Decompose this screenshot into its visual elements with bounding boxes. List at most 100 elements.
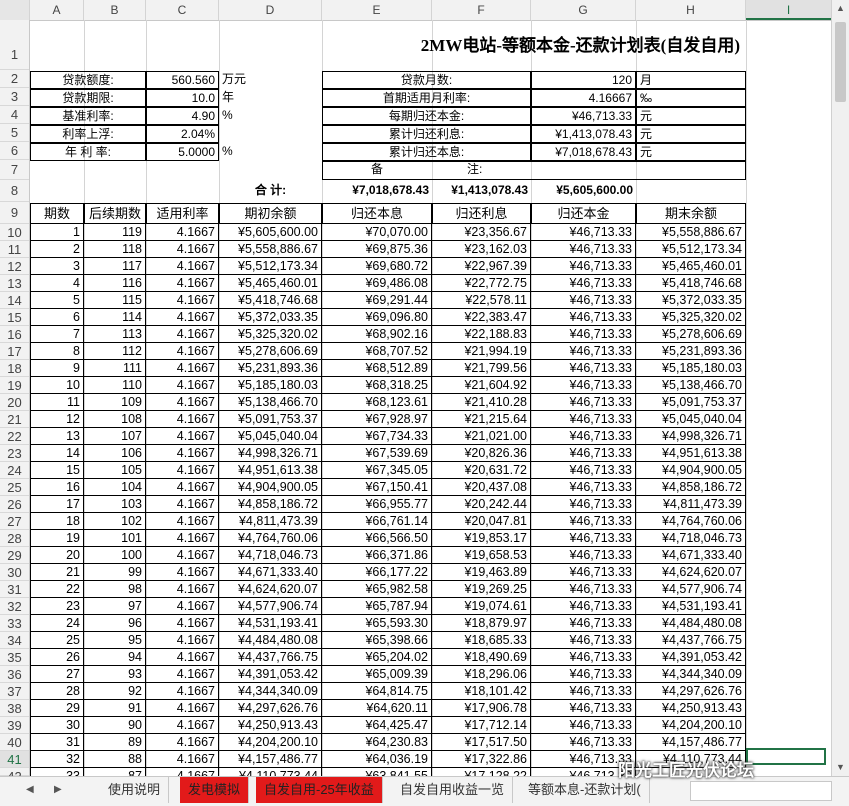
table-cell[interactable]: ¥46,713.33	[531, 513, 636, 530]
table-cell[interactable]: ¥68,707.52	[322, 343, 432, 360]
table-cell[interactable]: 31	[30, 734, 84, 751]
table-cell[interactable]: 91	[84, 700, 146, 717]
table-cell[interactable]: 110	[84, 377, 146, 394]
table-cell[interactable]: 4.1667	[146, 717, 219, 734]
table-cell[interactable]: ¥21,799.56	[432, 360, 531, 377]
table-cell[interactable]: ¥5,231,893.36	[219, 360, 322, 377]
row-header-2[interactable]: 2	[0, 70, 29, 88]
table-cell[interactable]: ¥5,325,320.02	[219, 326, 322, 343]
table-cell[interactable]: 105	[84, 462, 146, 479]
table-cell[interactable]: ¥4,718,046.73	[219, 547, 322, 564]
table-cell[interactable]: ¥68,512.89	[322, 360, 432, 377]
column-header-i[interactable]: I	[746, 0, 832, 20]
table-cell[interactable]: ¥23,356.67	[432, 224, 531, 241]
table-cell[interactable]: ¥5,091,753.37	[219, 411, 322, 428]
row-header-26[interactable]: 26	[0, 496, 29, 513]
table-cell[interactable]: 4.1667	[146, 445, 219, 462]
table-cell[interactable]: 4.1667	[146, 394, 219, 411]
row-header-39[interactable]: 39	[0, 717, 29, 734]
table-cell[interactable]: ¥65,398.66	[322, 632, 432, 649]
table-cell[interactable]: 101	[84, 530, 146, 547]
table-cell[interactable]: ¥70,070.00	[322, 224, 432, 241]
table-cell[interactable]: ¥4,811,473.39	[636, 496, 746, 513]
table-cell[interactable]: ¥4,484,480.08	[636, 615, 746, 632]
table-cell[interactable]: ¥17,128.22	[432, 768, 531, 776]
table-cell[interactable]: 106	[84, 445, 146, 462]
table-cell[interactable]: 111	[84, 360, 146, 377]
table-cell[interactable]: 118	[84, 241, 146, 258]
table-cell[interactable]: 15	[30, 462, 84, 479]
table-cell[interactable]: ¥4,718,046.73	[636, 530, 746, 547]
table-cell[interactable]: ¥46,713.33	[531, 258, 636, 275]
row-header-11[interactable]: 11	[0, 241, 29, 258]
table-cell[interactable]: ¥46,713.33	[531, 292, 636, 309]
row-header-22[interactable]: 22	[0, 428, 29, 445]
table-cell[interactable]: ¥5,558,886.67	[636, 224, 746, 241]
value-months[interactable]: 120	[531, 71, 636, 89]
table-cell[interactable]: ¥21,021.00	[432, 428, 531, 445]
table-cell[interactable]: 4.1667	[146, 360, 219, 377]
table-cell[interactable]: ¥4,250,913.43	[636, 700, 746, 717]
column-header-d[interactable]: D	[219, 0, 322, 20]
row-header-14[interactable]: 14	[0, 292, 29, 309]
table-cell[interactable]: ¥23,162.03	[432, 241, 531, 258]
row-header-41[interactable]: 41	[0, 751, 29, 768]
table-cell[interactable]: ¥22,383.47	[432, 309, 531, 326]
table-cell[interactable]: ¥67,150.41	[322, 479, 432, 496]
table-cell[interactable]: ¥4,858,186.72	[219, 496, 322, 513]
corner-select-all[interactable]	[0, 0, 30, 20]
row-header-19[interactable]: 19	[0, 377, 29, 394]
row-header-17[interactable]: 17	[0, 343, 29, 360]
table-cell[interactable]: 4.1667	[146, 275, 219, 292]
table-cell[interactable]: 90	[84, 717, 146, 734]
table-cell[interactable]: 4.1667	[146, 734, 219, 751]
table-cell[interactable]: ¥4,904,900.05	[636, 462, 746, 479]
table-cell[interactable]: 26	[30, 649, 84, 666]
row-header-8[interactable]: 8	[0, 180, 29, 202]
table-cell[interactable]: ¥22,188.83	[432, 326, 531, 343]
table-cell[interactable]: ¥66,955.77	[322, 496, 432, 513]
table-cell[interactable]: 116	[84, 275, 146, 292]
table-cell[interactable]: 4.1667	[146, 309, 219, 326]
table-cell[interactable]: 108	[84, 411, 146, 428]
row-header-18[interactable]: 18	[0, 360, 29, 377]
table-cell[interactable]: ¥65,009.39	[322, 666, 432, 683]
column-header-e[interactable]: E	[322, 0, 432, 20]
row-header-32[interactable]: 32	[0, 598, 29, 615]
table-cell[interactable]: ¥46,713.33	[531, 445, 636, 462]
table-cell[interactable]: ¥46,713.33	[531, 479, 636, 496]
row-header-35[interactable]: 35	[0, 649, 29, 666]
table-cell[interactable]: ¥4,577,906.74	[636, 581, 746, 598]
table-cell[interactable]: ¥46,713.33	[531, 598, 636, 615]
table-cell[interactable]: ¥18,879.97	[432, 615, 531, 632]
table-cell[interactable]: ¥20,437.08	[432, 479, 531, 496]
table-cell[interactable]: ¥63,841.55	[322, 768, 432, 776]
table-cell[interactable]: 22	[30, 581, 84, 598]
table-cell[interactable]: ¥5,418,746.68	[219, 292, 322, 309]
table-cell[interactable]: 4.1667	[146, 598, 219, 615]
table-cell[interactable]: ¥46,713.33	[531, 700, 636, 717]
table-cell[interactable]: ¥4,531,193.41	[219, 615, 322, 632]
table-cell[interactable]: ¥69,486.08	[322, 275, 432, 292]
row-header-27[interactable]: 27	[0, 513, 29, 530]
table-cell[interactable]: ¥17,322.86	[432, 751, 531, 768]
table-cell[interactable]: ¥46,713.33	[531, 717, 636, 734]
row-header-28[interactable]: 28	[0, 530, 29, 547]
table-cell[interactable]: ¥4,250,913.43	[219, 717, 322, 734]
row-header-40[interactable]: 40	[0, 734, 29, 751]
table-cell[interactable]: 4	[30, 275, 84, 292]
table-cell[interactable]: ¥46,713.33	[531, 547, 636, 564]
table-cell[interactable]: ¥4,391,053.42	[636, 649, 746, 666]
table-cell[interactable]: ¥5,185,180.03	[219, 377, 322, 394]
table-cell[interactable]: 4.1667	[146, 547, 219, 564]
value-total-payment[interactable]: ¥7,018,678.43	[531, 143, 636, 161]
row-header-10[interactable]: 10	[0, 224, 29, 241]
table-cell[interactable]: ¥5,465,460.01	[636, 258, 746, 275]
table-cell[interactable]: ¥66,761.14	[322, 513, 432, 530]
row-header-15[interactable]: 15	[0, 309, 29, 326]
table-cell[interactable]: ¥4,671,333.40	[219, 564, 322, 581]
table-cell[interactable]: ¥67,928.97	[322, 411, 432, 428]
table-cell[interactable]: 10	[30, 377, 84, 394]
table-cell[interactable]: ¥4,110,773.44	[219, 768, 322, 776]
table-cell[interactable]: ¥4,951,613.38	[219, 462, 322, 479]
